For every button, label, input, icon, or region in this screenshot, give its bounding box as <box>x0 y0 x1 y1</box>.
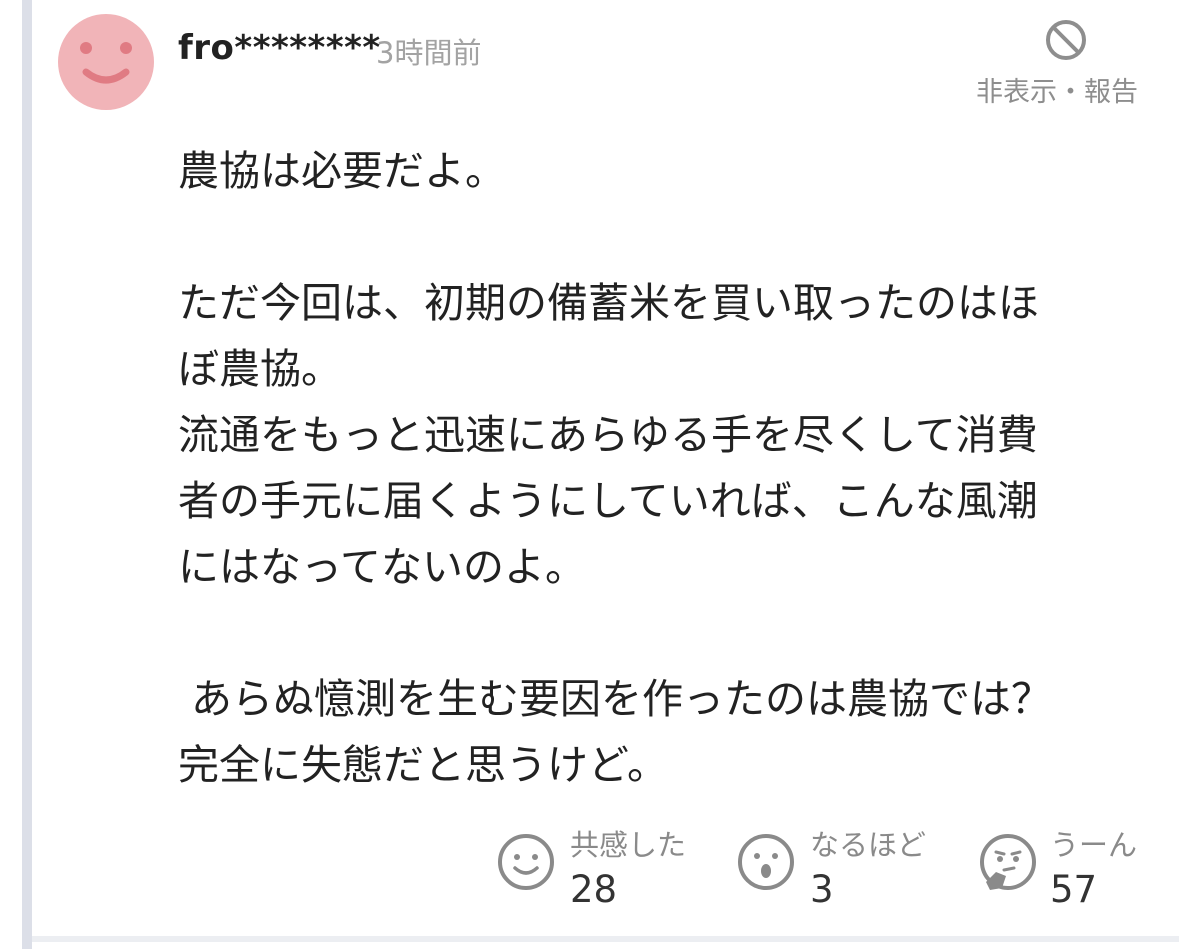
reaction-count: 57 <box>1050 868 1098 911</box>
hide-report-label: 非表示・報告 <box>976 77 1138 108</box>
reaction-label: うーん <box>1050 828 1138 862</box>
comment-line: 完全に失態だと思うけど。 <box>178 741 668 789</box>
comment-line: あらぬ憶測を生む要因を作ったのは農協では？ <box>178 675 1053 723</box>
comment-line: 者の手元に届くようにしていれば、こんな風潮 <box>178 477 1038 525</box>
reaction-label: なるほど <box>810 828 927 862</box>
reaction-label: 共感した <box>570 828 687 862</box>
left-border <box>22 0 32 949</box>
comment-line: ただ今回は、初期の備蓄米を買い取ったのはほ <box>178 279 1039 327</box>
smile-face-icon <box>498 834 554 890</box>
comment-line: にはなってないのよ。 <box>178 543 586 591</box>
smiley-avatar-icon <box>80 42 132 84</box>
bottom-divider <box>32 936 1179 942</box>
comment-line: ぼ農協。 <box>178 345 342 393</box>
surprised-face-icon <box>738 834 794 890</box>
comment-body: 農協は必要だよ。 ただ今回は、初期の備蓄米を買い取ったのはほ ぼ農協。 流通をも… <box>178 138 1138 798</box>
hide-report-button[interactable]: 非表示・報告 <box>966 18 1166 110</box>
reaction-count: 28 <box>570 868 618 911</box>
reaction-count: 3 <box>810 868 834 911</box>
ban-icon <box>1046 20 1086 60</box>
timestamp: 3時間前 <box>376 36 482 70</box>
avatar[interactable] <box>58 14 154 110</box>
comment-line: 流通をもっと迅速にあらゆる手を尽くして消費 <box>178 411 1038 459</box>
username[interactable]: fro******** <box>178 28 381 68</box>
comment-line: 農協は必要だよ。 <box>178 147 506 195</box>
thinking-face-icon <box>980 834 1036 890</box>
